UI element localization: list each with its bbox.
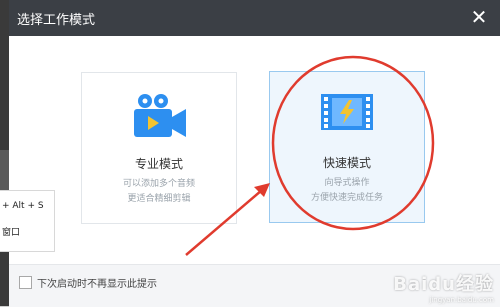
dialog-titlebar: 选择工作模式 ✕ — [9, 0, 500, 36]
professional-mode-title: 专业模式 — [134, 157, 183, 171]
dialog-title: 选择工作模式 — [17, 13, 96, 28]
background-app-panel — [0, 150, 9, 190]
professional-mode-card[interactable]: 专业模式 可以添加多个音频 更适合精细剪辑 — [81, 72, 237, 224]
dont-show-again-label[interactable]: 下次启动时不再显示此提示 — [37, 275, 157, 290]
quick-mode-desc-1: 向导式操作 — [324, 178, 370, 188]
quick-mode-card[interactable]: 快速模式 向导式操作 方便快速完成任务 — [269, 71, 425, 223]
dont-show-again-checkbox[interactable] — [19, 276, 32, 289]
quick-mode-title: 快速模式 — [322, 156, 371, 170]
popup-shortcut-text: + Alt + S — [2, 201, 44, 211]
watermark-url: jingyan.baidu.com — [429, 296, 494, 304]
close-icon[interactable]: ✕ — [468, 6, 490, 28]
watermark-logo: Baidu经验 — [393, 274, 494, 295]
professional-mode-desc-1: 可以添加多个音频 — [122, 179, 195, 189]
popup-window-text: 窗口 — [2, 228, 21, 238]
professional-mode-desc-2: 更适合精细剪辑 — [127, 194, 191, 204]
shortcut-popup: + Alt + S 窗口 — [0, 190, 55, 252]
film-strip-icon — [319, 90, 375, 138]
quick-mode-desc-2: 方便快速完成任务 — [310, 193, 383, 203]
mode-select-dialog: 选择工作模式 ✕ 专业模式 可以添加多个音频 更适合精细剪辑 快速模式 向导式操… — [9, 0, 500, 306]
video-camera-icon — [128, 91, 190, 145]
